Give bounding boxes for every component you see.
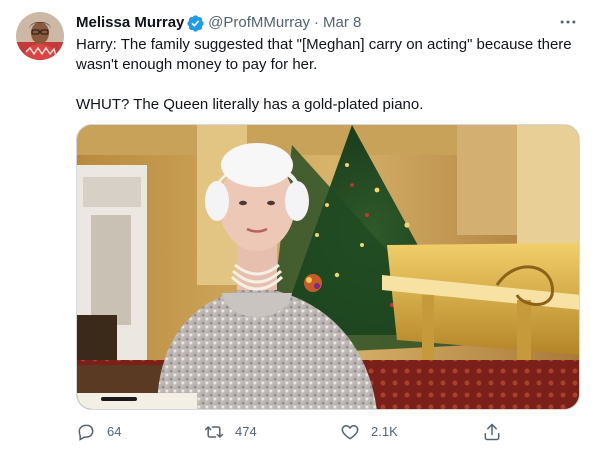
tweet-photo[interactable] <box>76 124 580 410</box>
retweet-count: 474 <box>235 424 257 439</box>
heart-icon <box>340 422 360 442</box>
retweet-button[interactable]: 474 <box>204 422 257 442</box>
separator-dot: · <box>314 14 320 31</box>
queen-christmas-photo <box>77 125 579 409</box>
reply-button[interactable]: 64 <box>76 422 121 442</box>
tweet-card[interactable]: Melissa Murray @ProfMMurray · Mar 8 Harr… <box>0 0 598 453</box>
author-avatar[interactable] <box>16 12 64 60</box>
author-handle[interactable]: @ProfMMurray <box>208 13 310 33</box>
reply-count: 64 <box>107 424 122 439</box>
avatar-image <box>16 12 64 60</box>
like-count: 2.1K <box>371 424 398 439</box>
tweet-date[interactable]: Mar 8 <box>323 13 361 33</box>
like-button[interactable]: 2.1K <box>340 422 398 442</box>
share-icon <box>482 422 502 442</box>
share-button[interactable] <box>482 422 502 442</box>
tweet-text-line-2: WHUT? The Queen literally has a gold-pla… <box>76 96 424 113</box>
author-name[interactable]: Melissa Murray <box>76 13 184 33</box>
tweet-header: Melissa Murray @ProfMMurray · Mar 8 <box>76 13 361 33</box>
verified-badge-icon <box>186 14 205 33</box>
more-dots-icon[interactable] <box>556 10 580 34</box>
tweet-text: Harry: The family suggested that "[Megha… <box>76 35 584 115</box>
tweet-actions: 64 474 2.1K <box>76 420 580 444</box>
reply-icon <box>76 422 96 442</box>
retweet-icon <box>204 422 224 442</box>
tweet-text-line-1: Harry: The family suggested that "[Megha… <box>76 36 572 73</box>
